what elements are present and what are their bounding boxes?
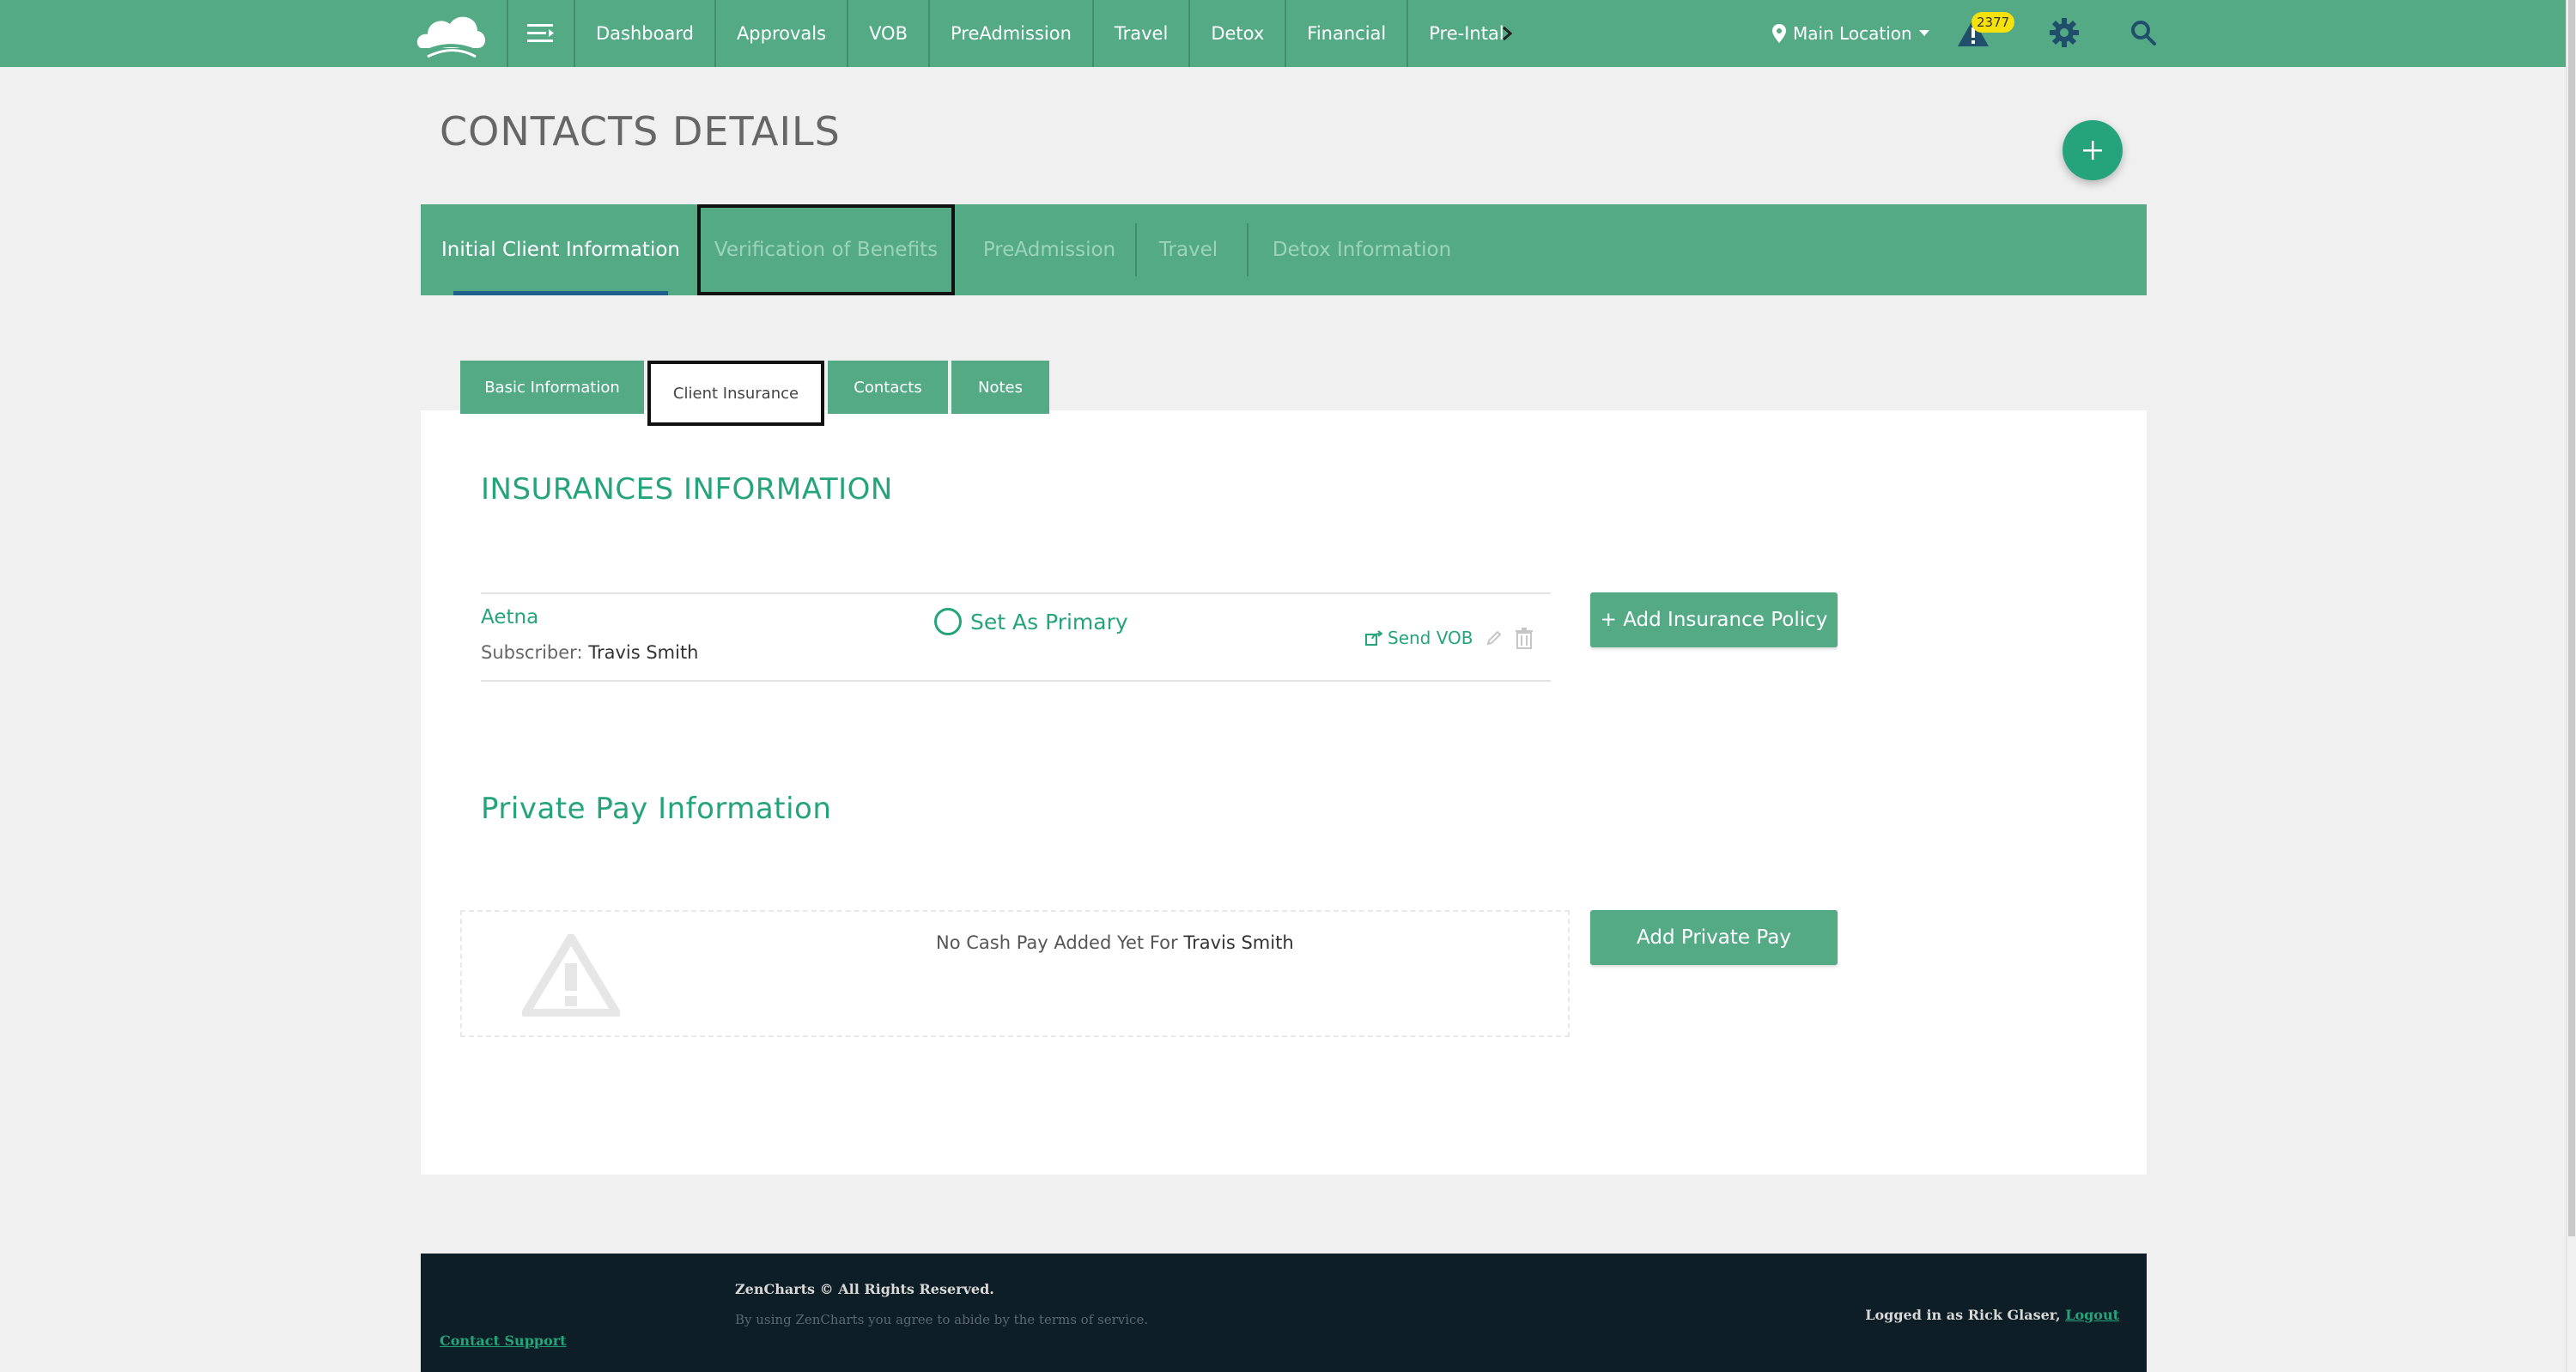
map-pin-icon xyxy=(1772,24,1786,43)
send-vob-label: Send VOB xyxy=(1388,628,1473,648)
gear-icon[interactable] xyxy=(2049,17,2080,48)
logged-in-info: Logged in as Rick Glaser, Logout xyxy=(1865,1307,2119,1323)
footer: ZenCharts © All Rights Reserved. By usin… xyxy=(421,1254,2147,1372)
logout-link[interactable]: Logout xyxy=(2065,1307,2119,1323)
send-vob-button[interactable]: Send VOB xyxy=(1365,628,1473,648)
subtab-basic-information[interactable]: Basic Information xyxy=(460,361,644,414)
subtab-contacts[interactable]: Contacts xyxy=(828,361,948,414)
nav-item-travel[interactable]: Travel xyxy=(1094,0,1191,67)
no-cash-pay-text: No Cash Pay Added Yet For xyxy=(936,932,1178,953)
nav-item-vob[interactable]: VOB xyxy=(848,0,930,67)
cloud-logo-icon[interactable] xyxy=(416,10,486,58)
footer-copyright: ZenCharts © All Rights Reserved. xyxy=(735,1281,994,1297)
no-cash-pay-client-name: Travis Smith xyxy=(1183,932,1294,953)
nav-item-detox[interactable]: Detox xyxy=(1190,0,1287,67)
tab-preadmission[interactable]: PreAdmission xyxy=(955,204,1144,295)
top-navigation-bar: Dashboard Approvals VOB PreAdmission Tra… xyxy=(0,0,2566,67)
add-fab-button[interactable] xyxy=(2063,120,2123,180)
page-scrollbar[interactable] xyxy=(2566,0,2576,1372)
warning-triangle-icon xyxy=(522,934,620,1017)
add-insurance-policy-button[interactable]: + Add Insurance Policy xyxy=(1590,592,1838,647)
nav-item-financial[interactable]: Financial xyxy=(1286,0,1409,67)
subscriber-name: Travis Smith xyxy=(588,642,699,663)
contact-support-link[interactable]: Contact Support xyxy=(440,1333,567,1349)
nav-item-pre-intake[interactable]: Pre-Intake xyxy=(1408,0,1503,67)
caret-down-icon xyxy=(1918,30,1929,36)
insurance-row-actions: Send VOB xyxy=(1365,627,1534,649)
trash-icon[interactable] xyxy=(1515,627,1534,649)
logged-in-text: Logged in as Rick Glaser, xyxy=(1865,1307,2061,1323)
insurances-section-title: INSURANCES INFORMATION xyxy=(481,472,893,507)
tab-detox-information[interactable]: Detox Information xyxy=(1249,204,1475,295)
nav-item-dashboard[interactable]: Dashboard xyxy=(575,0,716,67)
add-private-pay-button[interactable]: Add Private Pay xyxy=(1590,910,1838,965)
scrollbar-thumb[interactable] xyxy=(2568,0,2575,1236)
tab-travel[interactable]: Travel xyxy=(1137,204,1240,295)
footer-terms: By using ZenCharts you agree to abide by… xyxy=(735,1312,1149,1327)
page-title: CONTACTS DETAILS xyxy=(440,108,841,155)
tab-verification-of-benefits[interactable]: Verification of Benefits xyxy=(697,204,955,295)
sub-tabs: Basic Information Client Insurance Conta… xyxy=(460,361,1049,426)
subscriber-label: Subscriber: xyxy=(481,642,583,663)
tab-initial-client-information[interactable]: Initial Client Information xyxy=(421,204,701,295)
set-as-primary-label: Set As Primary xyxy=(970,609,1128,634)
chevron-right-icon[interactable] xyxy=(1494,0,1520,67)
nav-item-preadmission[interactable]: PreAdmission xyxy=(930,0,1094,67)
share-icon xyxy=(1365,630,1382,646)
radio-circle-icon xyxy=(934,608,962,635)
alert-count-badge: 2377 xyxy=(1971,12,2015,33)
location-selector[interactable]: Main Location xyxy=(1772,0,1929,67)
plus-icon xyxy=(2083,141,2102,160)
set-as-primary-radio[interactable]: Set As Primary xyxy=(934,608,1128,635)
no-cash-pay-message: No Cash Pay Added Yet For Travis Smith xyxy=(936,932,1294,953)
insurance-row: Aetna Subscriber: Travis Smith Set As Pr… xyxy=(481,592,1551,682)
insurance-name-link[interactable]: Aetna xyxy=(481,606,538,628)
insurance-subscriber: Subscriber: Travis Smith xyxy=(481,642,699,663)
nav-item-approvals[interactable]: Approvals xyxy=(716,0,849,67)
private-pay-empty-state: No Cash Pay Added Yet For Travis Smith xyxy=(460,910,1570,1037)
private-pay-section-title: Private Pay Information xyxy=(481,792,832,826)
subtab-client-insurance[interactable]: Client Insurance xyxy=(647,361,824,426)
hamburger-menu-icon[interactable] xyxy=(507,0,575,67)
main-nav: Dashboard Approvals VOB PreAdmission Tra… xyxy=(575,0,1503,67)
edit-pencil-icon[interactable] xyxy=(1485,629,1503,647)
subtab-notes[interactable]: Notes xyxy=(951,361,1049,414)
main-tabs: Initial Client Information Verification … xyxy=(421,204,2147,295)
search-icon[interactable] xyxy=(2129,19,2157,46)
location-label: Main Location xyxy=(1793,23,1912,44)
